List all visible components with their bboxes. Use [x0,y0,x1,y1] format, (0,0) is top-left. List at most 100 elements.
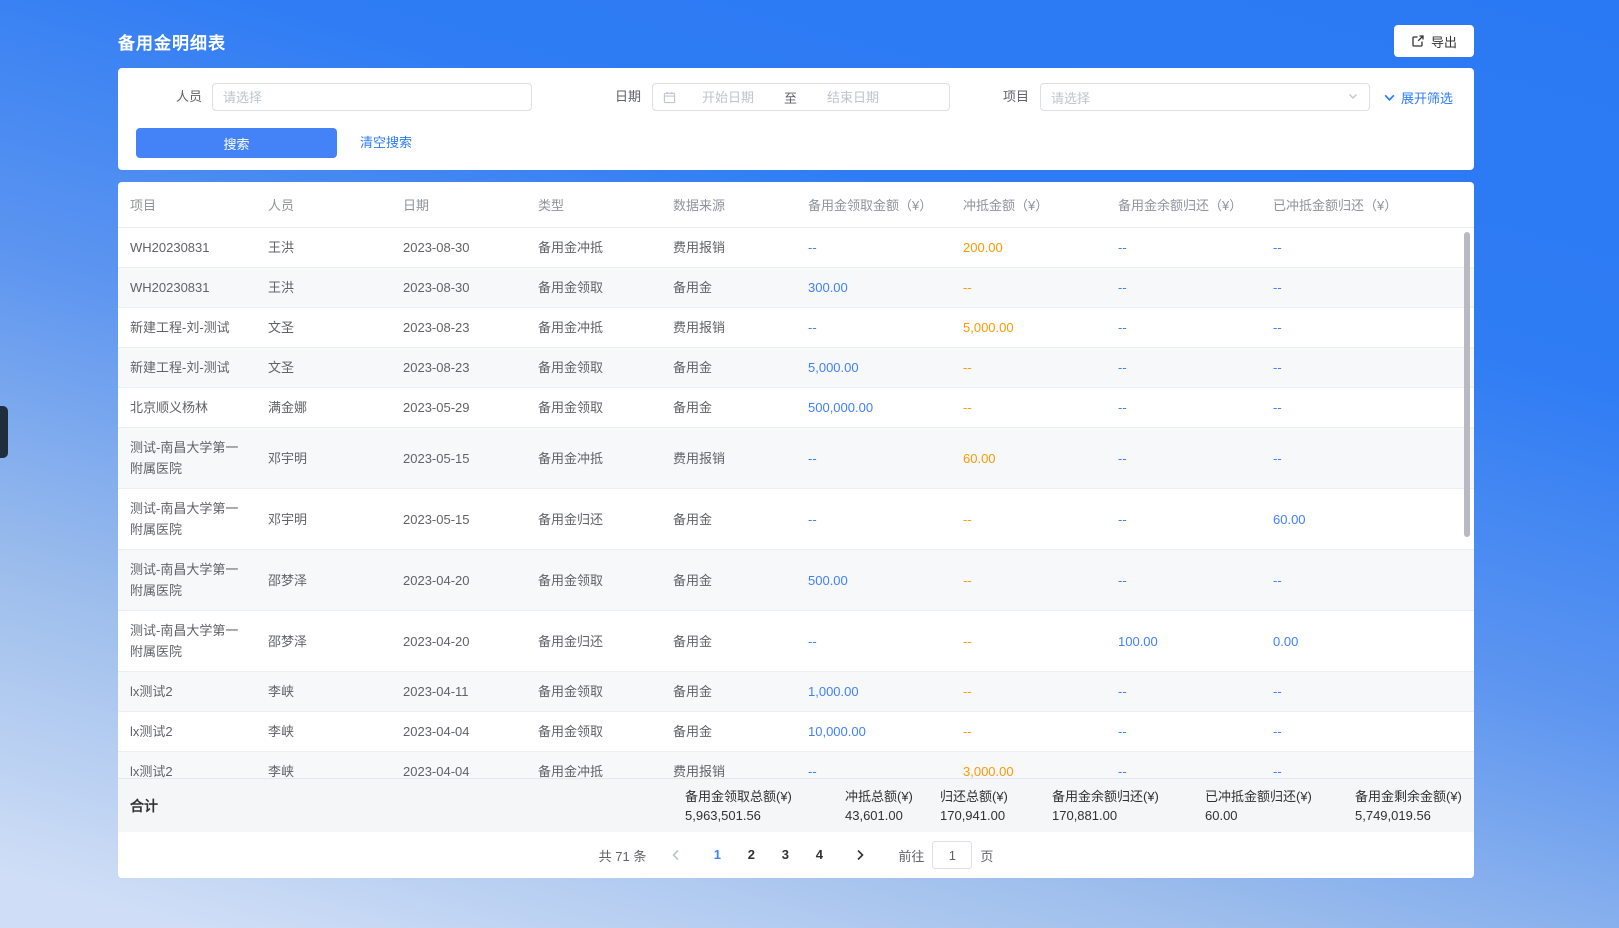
amount-offset[interactable]: 3,000.00 [963,761,1014,778]
person-select-input[interactable] [213,84,531,110]
cell-person: 邵梦泽 [256,550,391,610]
amount-received[interactable]: 500.00 [808,570,848,591]
amount-offset_return[interactable]: -- [1273,570,1282,591]
amount-balance_return[interactable]: -- [1118,357,1127,378]
column-header-1: 人员 [256,182,391,227]
amount-offset_return[interactable]: 0.00 [1273,631,1298,652]
cell-person: 文圣 [256,348,391,387]
person-select[interactable] [212,83,532,111]
amount-received[interactable]: 500,000.00 [808,397,873,418]
summary-item-5: 备用金剩余金额(¥)5,749,019.56 [1355,787,1462,825]
amount-received[interactable]: -- [808,237,817,258]
summary-item-value: 170,881.00 [1052,806,1159,825]
amount-offset_return[interactable]: -- [1273,317,1282,338]
amount-offset[interactable]: 5,000.00 [963,317,1014,338]
amount-offset[interactable]: -- [963,570,972,591]
amount-received[interactable]: 1,000.00 [808,681,859,702]
start-date-input[interactable] [676,84,780,110]
cell-received: -- [796,489,951,549]
cell-balance_return: 100.00 [1106,611,1261,671]
amount-offset[interactable]: -- [963,631,972,652]
amount-received[interactable]: -- [808,448,817,469]
amount-balance_return[interactable]: 100.00 [1118,631,1158,652]
cell-type: 备用金领取 [526,550,661,610]
amount-balance_return[interactable]: -- [1118,397,1127,418]
table-row: 北京顺义杨林满金娜2023-05-29备用金领取备用金500,000.00---… [118,388,1474,428]
amount-offset[interactable]: -- [963,721,972,742]
amount-offset[interactable]: -- [963,681,972,702]
amount-offset[interactable]: 60.00 [963,448,996,469]
amount-received[interactable]: -- [808,631,817,652]
cell-balance_return: -- [1106,388,1261,427]
amount-offset_return[interactable]: -- [1273,448,1282,469]
summary-item-label: 备用金剩余金额(¥) [1355,787,1462,806]
amount-balance_return[interactable]: -- [1118,681,1127,702]
column-header-8: 已冲抵金额归还（¥） [1261,182,1474,227]
cell-project: lx测试2 [118,752,256,778]
amount-offset[interactable]: -- [963,277,972,298]
amount-offset_return[interactable]: -- [1273,397,1282,418]
cell-date: 2023-04-04 [391,712,526,751]
date-range-picker[interactable]: 至 [652,83,950,111]
amount-offset_return[interactable]: -- [1273,681,1282,702]
amount-offset_return[interactable]: -- [1273,277,1282,298]
cell-date: 2023-05-15 [391,428,526,488]
amount-received[interactable]: 10,000.00 [808,721,866,742]
amount-offset[interactable]: -- [963,397,972,418]
amount-offset_return[interactable]: -- [1273,721,1282,742]
end-date-input[interactable] [801,84,905,110]
cell-type: 备用金领取 [526,268,661,307]
amount-balance_return[interactable]: -- [1118,761,1127,778]
page-number-1[interactable]: 1 [705,841,729,869]
amount-received[interactable]: -- [808,509,817,530]
cell-project: WH20230831 [118,268,256,307]
cell-project: 新建工程-刘-测试 [118,348,256,387]
left-drawer-handle[interactable] [0,406,8,458]
amount-balance_return[interactable]: -- [1118,509,1127,530]
cell-project: 新建工程-刘-测试 [118,308,256,347]
table-row: 新建工程-刘-测试文圣2023-08-23备用金领取备用金5,000.00---… [118,348,1474,388]
cell-source: 备用金 [661,489,796,549]
search-button[interactable]: 搜索 [136,128,337,158]
next-page-button[interactable] [848,841,872,869]
amount-received[interactable]: -- [808,761,817,778]
summary-item-value: 5,749,019.56 [1355,806,1462,825]
amount-balance_return[interactable]: -- [1118,317,1127,338]
amount-balance_return[interactable]: -- [1118,448,1127,469]
vertical-scrollbar-thumb[interactable] [1464,232,1470,537]
cell-date: 2023-05-29 [391,388,526,427]
amount-received[interactable]: -- [808,317,817,338]
amount-offset[interactable]: -- [963,357,972,378]
amount-offset_return[interactable]: -- [1273,237,1282,258]
amount-offset_return[interactable]: -- [1273,357,1282,378]
cell-date: 2023-04-20 [391,550,526,610]
page-title: 备用金明细表 [118,29,226,54]
cell-source: 费用报销 [661,308,796,347]
clear-search-link[interactable]: 清空搜索 [360,128,412,158]
column-header-2: 日期 [391,182,526,227]
amount-balance_return[interactable]: -- [1118,570,1127,591]
amount-balance_return[interactable]: -- [1118,237,1127,258]
project-select[interactable]: 请选择 [1040,83,1370,111]
table-row: 测试-南昌大学第一附属医院邓宇明2023-05-15备用金冲抵费用报销--60.… [118,428,1474,489]
expand-filters-label: 展开筛选 [1401,88,1453,107]
prev-page-button[interactable] [664,841,688,869]
amount-balance_return[interactable]: -- [1118,721,1127,742]
page-number-3[interactable]: 3 [773,841,797,869]
goto-page-input[interactable] [932,841,972,869]
cell-balance_return: -- [1106,308,1261,347]
amount-balance_return[interactable]: -- [1118,277,1127,298]
page-number-2[interactable]: 2 [739,841,763,869]
amount-offset_return[interactable]: 60.00 [1273,509,1306,530]
amount-offset[interactable]: -- [963,509,972,530]
amount-received[interactable]: 5,000.00 [808,357,859,378]
amount-offset[interactable]: 200.00 [963,237,1003,258]
page-number-4[interactable]: 4 [807,841,831,869]
cell-date: 2023-08-30 [391,268,526,307]
export-button[interactable]: 导出 [1394,25,1474,57]
expand-filters-link[interactable]: 展开筛选 [1383,83,1453,111]
summary-item-label: 冲抵总额(¥) [845,787,913,806]
cell-type: 备用金领取 [526,388,661,427]
amount-offset_return[interactable]: -- [1273,761,1282,778]
amount-received[interactable]: 300.00 [808,277,848,298]
